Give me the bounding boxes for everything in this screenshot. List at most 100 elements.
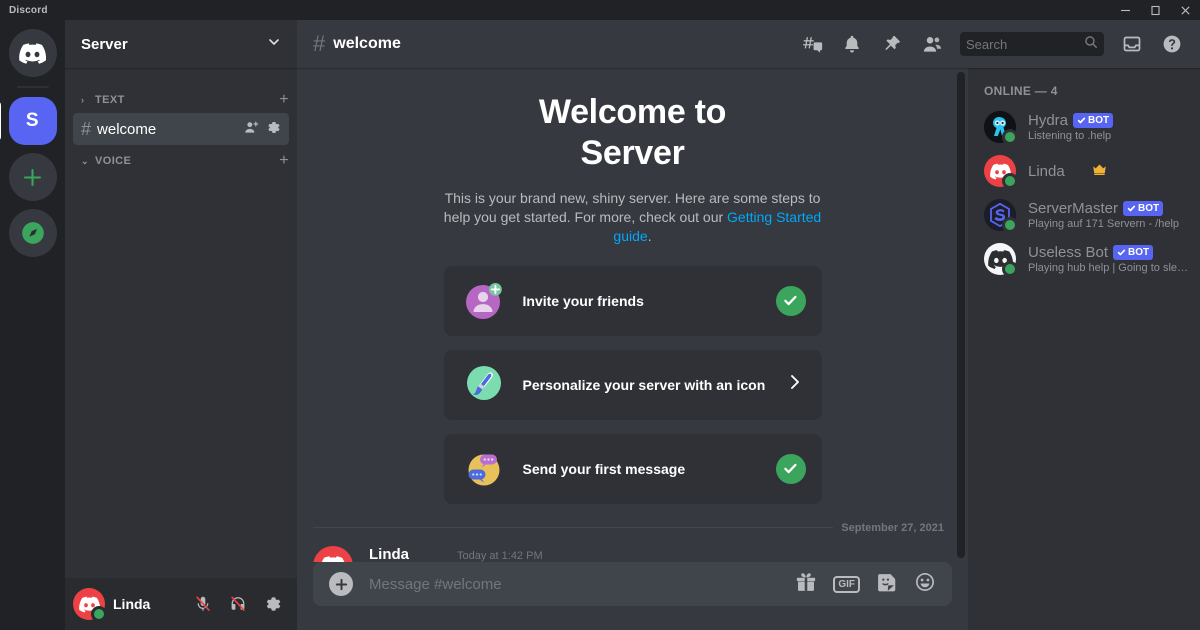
member-name: Linda [1028, 163, 1065, 180]
server-rail: S [0, 20, 65, 630]
caret-icon: › [81, 95, 91, 105]
welcome-title-line2: Server [443, 133, 823, 174]
member-activity: Playing auf 171 Servern - /help [1028, 218, 1192, 230]
chevron-down-icon [267, 35, 281, 53]
message-column: Welcome to Server This is your brand new… [297, 68, 968, 630]
bot-badge: BOT [1123, 201, 1163, 216]
user-settings-gear-icon[interactable] [257, 588, 289, 620]
status-badge-online [1002, 173, 1018, 189]
threads-icon[interactable] [796, 28, 828, 60]
channel-name: welcome [97, 121, 244, 138]
member-list-item-servermaster[interactable]: ServerMaster BOT Playing auf 171 Servern… [984, 194, 1200, 236]
welcome-subtitle-period: . [648, 228, 652, 244]
invite-friends-icon [463, 280, 505, 322]
add-server-button[interactable] [9, 153, 57, 201]
bot-badge-label: BOT [1128, 245, 1149, 260]
date-divider: September 27, 2021 [313, 522, 952, 534]
mute-microphone-button[interactable] [187, 588, 219, 620]
avatar[interactable] [73, 588, 105, 620]
server-icon-s[interactable]: S [9, 97, 57, 145]
onboarding-card-list: Invite your friends [444, 266, 822, 504]
card-label: Invite your friends [523, 293, 776, 309]
message-scrollbar[interactable] [957, 72, 965, 558]
avatar [984, 243, 1016, 275]
app-title: Discord [0, 5, 48, 16]
member-activity: Playing hub help | Going to sle… [1028, 262, 1192, 274]
card-label: Send your first message [523, 461, 776, 477]
maximize-button[interactable] [1140, 0, 1170, 20]
minimize-button[interactable] [1110, 0, 1140, 20]
help-icon[interactable] [1156, 28, 1188, 60]
card-label: Personalize your server with an icon [523, 377, 788, 393]
onboarding-card-send-first-message[interactable]: Send your first message [444, 434, 822, 504]
rail-divider [17, 86, 49, 88]
member-list-item-useless-bot[interactable]: Useless Bot BOT Playing hub help | Going… [984, 238, 1200, 280]
emoji-icon[interactable] [914, 571, 936, 598]
chat-bubbles-icon [463, 448, 505, 490]
composer-bar[interactable]: Message #welcome [313, 562, 952, 606]
welcome-block: Welcome to Server This is your brand new… [297, 68, 968, 504]
category-voice[interactable]: ⌄ VOICE + [65, 149, 297, 173]
inbox-icon[interactable] [1116, 28, 1148, 60]
user-panel: Linda [65, 578, 297, 630]
member-list: ONLINE — 4 [968, 68, 1200, 630]
bot-badge-label: BOT [1088, 113, 1109, 128]
welcome-title-line1: Welcome to [443, 92, 823, 133]
member-list-item-linda[interactable]: Linda [984, 150, 1200, 192]
paintbrush-icon [463, 364, 505, 406]
channel-sidebar: Server › TEXT + # welcome [65, 20, 297, 630]
message-author[interactable]: Linda [369, 546, 409, 562]
onboarding-card-invite-friends[interactable]: Invite your friends [444, 266, 822, 336]
status-badge-online [1002, 129, 1018, 145]
add-member-icon[interactable] [244, 120, 259, 139]
status-badge-online [91, 606, 107, 622]
home-button[interactable] [9, 29, 57, 77]
divider-date: September 27, 2021 [833, 522, 952, 534]
hash-icon: # [313, 31, 325, 57]
user-panel-username: Linda [113, 596, 150, 612]
window-titlebar: Discord [0, 0, 1200, 20]
notifications-bell-icon[interactable] [836, 28, 868, 60]
welcome-subtitle: This is your brand new, shiny server. He… [444, 189, 822, 246]
avatar [984, 155, 1016, 187]
sticker-icon[interactable] [876, 571, 898, 598]
create-text-channel-button[interactable]: + [279, 92, 289, 108]
bot-badge: BOT [1073, 113, 1113, 128]
member-list-toggle-icon[interactable] [916, 28, 948, 60]
gif-picker-button[interactable]: GIF [833, 576, 860, 593]
pinned-messages-icon[interactable] [876, 28, 908, 60]
search-placeholder: Search [966, 37, 1084, 52]
channel-settings-gear-icon[interactable] [266, 120, 281, 139]
channel-list: › TEXT + # welcome [65, 68, 297, 578]
avatar[interactable] [313, 546, 353, 562]
close-button[interactable] [1170, 0, 1200, 20]
onboarding-card-personalize-server[interactable]: Personalize your server with an icon [444, 350, 822, 420]
chevron-right-icon [788, 372, 806, 398]
status-badge-online [1002, 217, 1018, 233]
explore-servers-button[interactable] [9, 209, 57, 257]
category-label: TEXT [95, 94, 279, 106]
create-voice-channel-button[interactable]: + [279, 153, 289, 169]
discord-window: Discord [0, 0, 1200, 630]
scrollbar-thumb[interactable] [957, 72, 965, 558]
search-input[interactable]: Search [960, 32, 1104, 56]
message-input[interactable]: Message #welcome [369, 576, 795, 593]
message-scroll-region: Welcome to Server This is your brand new… [297, 68, 968, 562]
chat-area: # welcome [297, 20, 1200, 630]
window-controls [1110, 0, 1200, 20]
bot-badge: BOT [1113, 245, 1153, 260]
sidebar-channel-welcome[interactable]: # welcome [73, 113, 289, 145]
deafen-headphones-button[interactable] [222, 588, 254, 620]
gift-icon[interactable] [795, 571, 817, 598]
caret-icon: ⌄ [81, 156, 91, 167]
category-text[interactable]: › TEXT + [65, 88, 297, 112]
member-list-item-hydra[interactable]: Hydra BOT Listening to .help [984, 106, 1200, 148]
server-header-button[interactable]: Server [65, 20, 297, 68]
welcome-title: Welcome to Server [443, 92, 823, 175]
main-row: S Server [0, 20, 1200, 630]
chat-body: Welcome to Server This is your brand new… [297, 68, 1200, 630]
server-name: Server [81, 36, 128, 53]
server-owner-crown-icon [1092, 163, 1107, 179]
discord-home-icon [9, 29, 57, 77]
upload-attachment-button[interactable] [329, 572, 353, 596]
